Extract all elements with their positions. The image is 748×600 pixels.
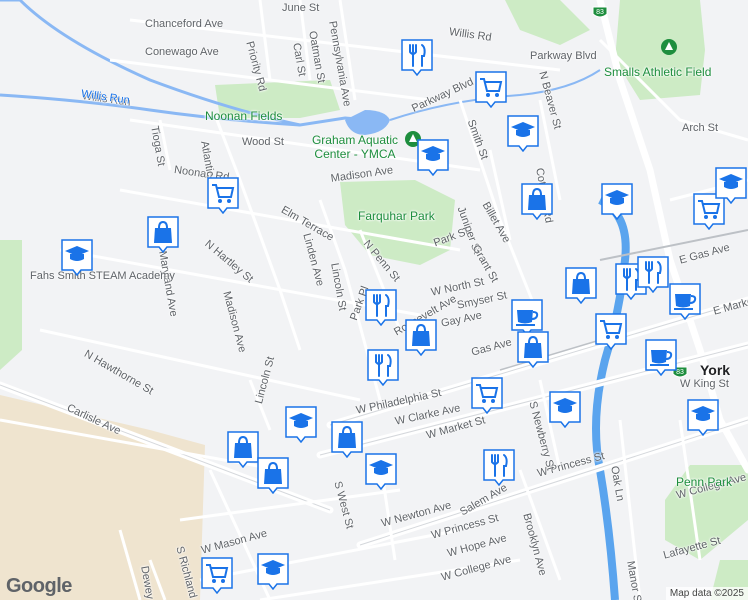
street-label: Fahs Smith STEAM Academy [30, 270, 175, 282]
place-label: Penn Park [676, 475, 733, 489]
place-label: Farquhar Park [358, 209, 435, 223]
restaurant-icon[interactable] [400, 38, 434, 76]
park-icon [660, 38, 678, 56]
restaurant-icon[interactable] [366, 348, 400, 386]
street-label: Parkway Blvd [530, 50, 597, 62]
place-label: Graham Aquatic Center - YMCA [311, 133, 399, 161]
shopping-bag-icon[interactable] [520, 182, 554, 220]
svg-text:83: 83 [596, 9, 604, 16]
school-icon[interactable] [284, 405, 318, 443]
school-icon[interactable] [548, 390, 582, 428]
street-label: June St [282, 2, 320, 14]
school-icon[interactable] [256, 552, 290, 590]
school-icon[interactable] [506, 114, 540, 152]
street-label: Chanceford Ave [145, 18, 224, 30]
city-label: York [700, 362, 731, 378]
street-label: Arch St [682, 122, 719, 134]
shopping-cart-icon[interactable] [474, 70, 508, 108]
coffee-icon[interactable] [644, 338, 678, 376]
map-attribution[interactable]: Map data ©2025 [665, 587, 748, 600]
school-icon[interactable] [364, 452, 398, 490]
school-icon[interactable] [416, 138, 450, 176]
school-icon[interactable] [714, 166, 748, 204]
place-label: Smalls Athletic Field [604, 65, 712, 79]
shopping-cart-icon[interactable] [206, 176, 240, 214]
shopping-cart-icon[interactable] [594, 312, 628, 350]
school-icon[interactable] [600, 182, 634, 220]
shopping-bag-icon[interactable] [226, 430, 260, 468]
restaurant-icon[interactable] [364, 288, 398, 326]
shopping-cart-icon[interactable] [200, 556, 234, 594]
school-icon[interactable] [60, 238, 94, 276]
shopping-bag-icon[interactable] [404, 318, 438, 356]
shopping-bag-icon[interactable] [330, 420, 364, 458]
google-logo: Google [6, 575, 72, 597]
shopping-bag-icon[interactable] [146, 215, 180, 253]
coffee-icon[interactable] [668, 282, 702, 320]
restaurant-icon[interactable] [636, 255, 670, 293]
shopping-cart-icon[interactable] [470, 376, 504, 414]
shopping-bag-icon[interactable] [256, 456, 290, 494]
school-icon[interactable] [686, 398, 720, 436]
restaurant-icon[interactable] [482, 448, 516, 486]
street-label: Conewago Ave [145, 46, 219, 58]
shopping-bag-icon[interactable] [564, 266, 598, 304]
street-label: Wood St [242, 136, 284, 148]
route-shield-icon: 83 [592, 6, 608, 20]
place-label: Noonan Fields [205, 109, 283, 123]
shopping-bag-icon[interactable] [516, 330, 550, 368]
map-canvas[interactable]: June St Willis Rd Parkway Blvd Chanceford A… [0, 0, 748, 600]
